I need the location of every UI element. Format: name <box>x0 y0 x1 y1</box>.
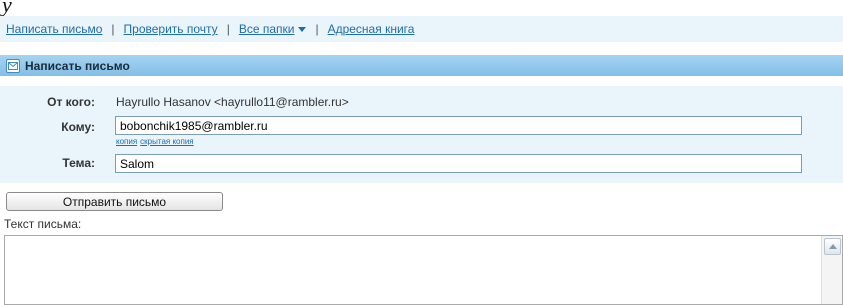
nav-check-mail-link[interactable]: Проверить почту <box>124 22 218 36</box>
nav-separator: | <box>226 22 230 36</box>
nav-address-book-link[interactable]: Адресная книга <box>328 22 415 36</box>
scroll-up-button[interactable] <box>824 238 841 255</box>
nav-compose-link[interactable]: Написать письмо <box>6 22 102 36</box>
arrow-up-icon <box>828 244 837 249</box>
compose-section-header: Написать письмо <box>0 55 843 76</box>
section-title: Написать письмо <box>25 58 130 73</box>
message-body-box <box>4 235 843 305</box>
to-label: Кому: <box>61 120 95 134</box>
from-label: От кого: <box>47 95 95 109</box>
cc-link[interactable]: копия <box>116 137 137 146</box>
top-navigation: Написать письмо | Проверить почту | Все … <box>0 16 843 42</box>
to-field[interactable] <box>115 116 802 135</box>
textarea-scrollbar[interactable] <box>821 236 842 304</box>
nav-all-folders-label: Все папки <box>238 22 295 36</box>
subject-field[interactable] <box>115 154 802 173</box>
from-value: Hayrullo Hasanov <hayrullo11@rambler.ru> <box>116 95 349 109</box>
nav-separator: | <box>315 22 319 36</box>
subject-label: Тема: <box>62 156 95 170</box>
nav-separator: | <box>111 22 115 36</box>
chevron-down-icon <box>298 27 307 33</box>
envelope-icon <box>6 58 20 73</box>
bcc-link[interactable]: скрытая копия <box>140 137 193 146</box>
send-button[interactable]: Отправить письмо <box>6 192 223 211</box>
body-label: Текст письма: <box>4 217 82 231</box>
message-body-textarea[interactable] <box>5 236 820 304</box>
copy-links: копия скрытая копия <box>116 137 197 146</box>
nav-all-folders-link[interactable]: Все папки <box>239 22 307 36</box>
compose-form-panel: От кого: Hayrullo Hasanov <hayrullo11@ra… <box>0 86 843 183</box>
